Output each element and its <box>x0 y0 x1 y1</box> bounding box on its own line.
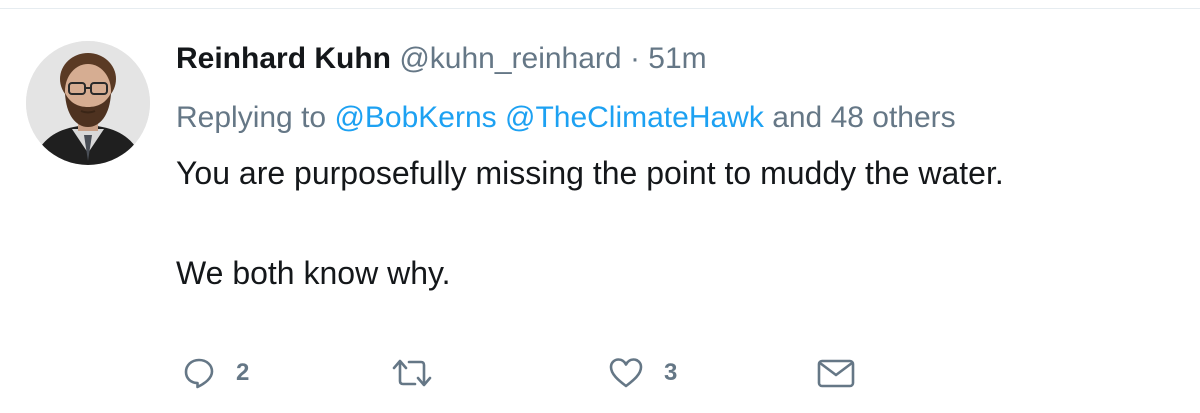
tweet-text-line: You are purposefully missing the point t… <box>176 155 1004 191</box>
tweet-text-line: We both know why. <box>176 255 451 291</box>
top-divider <box>0 0 1200 9</box>
mention-theclimatehawk[interactable]: @TheClimateHawk <box>505 101 764 134</box>
like-button[interactable]: 3 <box>608 351 677 395</box>
author-handle[interactable]: @kuhn_reinhard <box>399 42 621 75</box>
reply-count: 2 <box>236 359 250 386</box>
tweet[interactable]: Reinhard Kuhn @kuhn_reinhard · 51m Reply… <box>0 9 1200 413</box>
reply-icon <box>182 356 216 390</box>
tweet-text: You are purposefully missing the point t… <box>176 153 1176 293</box>
tweet-content: Reinhard Kuhn @kuhn_reinhard · 51m Reply… <box>176 39 1176 293</box>
replying-prefix: Replying to <box>176 101 327 134</box>
replying-others[interactable]: and 48 others <box>772 101 955 134</box>
retweet-button[interactable] <box>390 351 454 395</box>
separator: · <box>629 42 640 75</box>
avatar-image <box>26 41 150 165</box>
replying-to: Replying to @BobKerns @TheClimateHawk an… <box>176 98 1176 138</box>
envelope-icon <box>816 356 856 390</box>
like-count: 3 <box>664 359 678 386</box>
mention-bobkerns[interactable]: @BobKerns <box>334 101 496 134</box>
tweet-header: Reinhard Kuhn @kuhn_reinhard · 51m <box>176 39 1176 79</box>
avatar[interactable] <box>26 41 150 165</box>
timestamp[interactable]: 51m <box>648 42 706 75</box>
author-name[interactable]: Reinhard Kuhn <box>176 42 391 75</box>
retweet-icon <box>390 356 434 390</box>
reply-button[interactable]: 2 <box>182 351 249 395</box>
heart-icon <box>608 356 644 390</box>
tweet-actions: 2 3 <box>176 351 896 395</box>
direct-message-button[interactable] <box>816 351 856 395</box>
